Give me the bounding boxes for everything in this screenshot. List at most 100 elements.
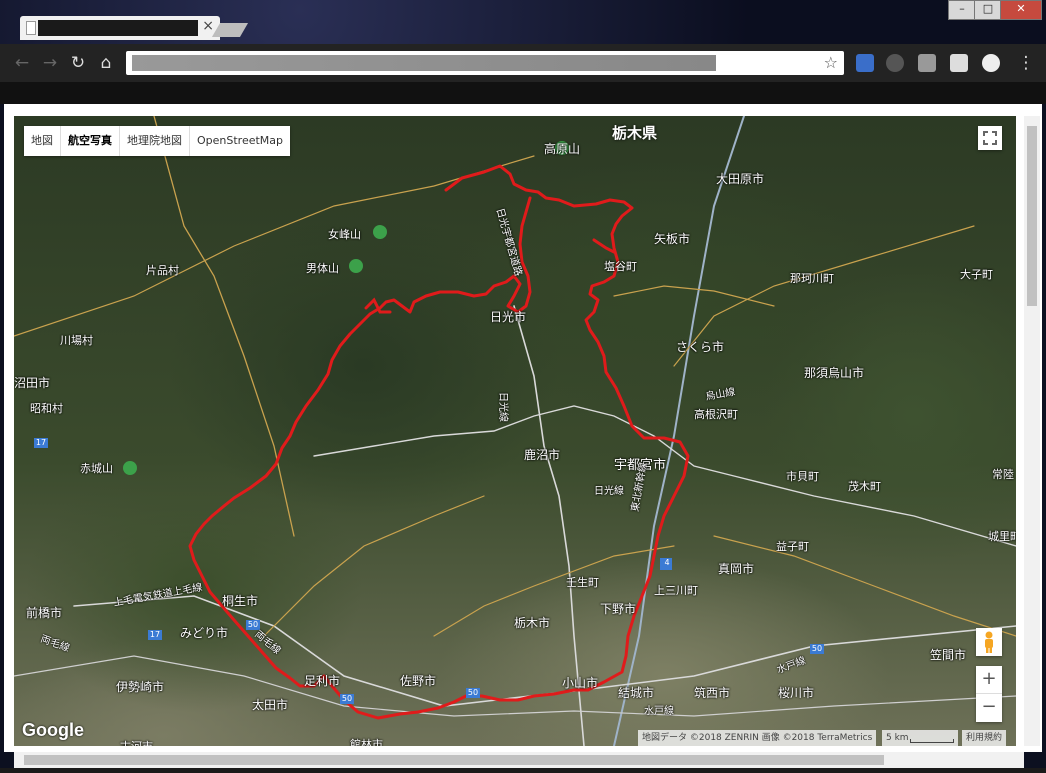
- place-label: 鹿沼市: [524, 448, 561, 462]
- place-label: 那須烏山市: [804, 366, 865, 380]
- street-view-pegman[interactable]: [976, 628, 1002, 656]
- browser-tab[interactable]: ×: [20, 16, 220, 40]
- tab-close-icon[interactable]: ×: [202, 18, 214, 34]
- terms-link[interactable]: 利用規約: [962, 730, 1007, 746]
- document-icon: [26, 21, 36, 35]
- road-label: 日光線: [594, 486, 624, 497]
- route-shield: 17: [149, 630, 161, 639]
- map-canvas[interactable]: 高原山大田原市女峰山 矢板市男体山 塩谷町 片品村那珂川町 大子町日光市川場村 さくら市沼…: [14, 116, 1016, 746]
- horizontal-scrollbar[interactable]: [14, 752, 1024, 768]
- fullscreen-icon: [983, 131, 997, 145]
- place-label: 矢板市: [654, 232, 691, 246]
- place-label: 古河市: [120, 738, 153, 746]
- place-label: 上三川町: [654, 584, 698, 597]
- place-label: 笠間市: [930, 648, 967, 662]
- place-label: 栃木市: [514, 616, 551, 630]
- zoom-control: + −: [976, 666, 1002, 722]
- place-label: 片品村: [146, 264, 179, 277]
- reload-icon[interactable]: ↻: [68, 53, 88, 73]
- place-label: 市貝町: [786, 470, 819, 483]
- place-label: 昭和村: [30, 402, 63, 415]
- place-label: 下野市: [600, 602, 637, 616]
- pegman-icon: [985, 631, 993, 653]
- extension-e-icon[interactable]: [856, 54, 874, 72]
- map-overlay: [14, 116, 1016, 746]
- place-label: 益子町: [776, 540, 809, 553]
- route-shield: 17: [35, 438, 47, 447]
- place-label: 常陸: [992, 468, 1014, 481]
- route-shield: 50: [811, 644, 823, 653]
- place-label: 足利市: [304, 674, 341, 688]
- vertical-scrollbar[interactable]: [1024, 116, 1040, 746]
- place-label: 沼田市: [14, 376, 51, 390]
- url-redacted: [132, 55, 716, 71]
- close-window-button[interactable]: ✕: [1000, 0, 1042, 20]
- map-type-osm[interactable]: OpenStreetMap: [190, 126, 290, 156]
- window-frame-bottom: [0, 768, 1046, 773]
- back-icon[interactable]: ←: [12, 53, 32, 73]
- place-label: 結城市: [618, 686, 655, 700]
- place-label: 那珂川町: [790, 272, 834, 285]
- forward-icon[interactable]: →: [40, 53, 60, 73]
- place-label: 塩谷町: [604, 260, 637, 273]
- map-type-gsi[interactable]: 地理院地図: [120, 126, 190, 156]
- place-label: さくら市: [676, 340, 725, 354]
- scale-bar-line: [910, 739, 954, 743]
- place-label: みどり市: [180, 626, 229, 640]
- place-label: 筑西市: [694, 686, 731, 700]
- browser-toolbar: ← → ↻ ⌂ ☆ ⋮: [0, 44, 1046, 82]
- road-label: 水戸線: [644, 706, 674, 717]
- region-label: 栃木県: [612, 124, 658, 142]
- google-logo: Google: [22, 720, 84, 740]
- extension-note-icon[interactable]: [950, 54, 968, 72]
- map-type-selector: 地図 航空写真 地理院地図 OpenStreetMap: [24, 126, 291, 156]
- place-label: 赤城山: [80, 462, 113, 475]
- place-label: 高根沢町: [694, 408, 738, 421]
- address-bar[interactable]: ☆: [126, 51, 844, 75]
- route-shield: 50: [467, 688, 479, 697]
- place-label: 桐生市: [222, 594, 259, 608]
- place-label: 日光市: [490, 310, 527, 324]
- browser-titlebar: × – □ ✕: [0, 0, 1046, 44]
- route-shield: 50: [341, 694, 353, 703]
- vertical-scroll-thumb[interactable]: [1027, 126, 1037, 306]
- place-label: 大田原市: [716, 172, 765, 186]
- place-label: 小山市: [562, 676, 599, 690]
- zoom-out-button[interactable]: −: [976, 694, 1002, 721]
- new-tab-button[interactable]: [211, 23, 249, 37]
- place-label: 太田市: [252, 698, 289, 712]
- place-label: 壬生町: [566, 576, 599, 589]
- place-label: 城里町: [988, 530, 1016, 543]
- extension-grey-icon[interactable]: [918, 54, 936, 72]
- home-icon[interactable]: ⌂: [96, 53, 116, 73]
- tab-title-redacted: [38, 20, 198, 36]
- place-label: 佐野市: [400, 674, 437, 688]
- menu-icon[interactable]: ⋮: [1016, 53, 1036, 73]
- scale-label: 5 km: [886, 733, 909, 743]
- place-label: 高原山: [544, 142, 581, 156]
- place-label: 真岡市: [718, 562, 755, 576]
- extension-gauge-icon[interactable]: [982, 54, 1000, 72]
- place-label: 大子町: [960, 268, 993, 281]
- horizontal-scroll-thumb[interactable]: [24, 755, 884, 765]
- minimize-button[interactable]: –: [948, 0, 976, 20]
- fullscreen-button[interactable]: [978, 126, 1002, 150]
- maximize-button[interactable]: □: [974, 0, 1002, 20]
- place-label: 川場村: [60, 334, 93, 347]
- place-label: 伊勢崎市: [116, 680, 165, 694]
- bookmark-star-icon[interactable]: ☆: [824, 53, 838, 72]
- route-shield: 4: [664, 558, 670, 567]
- map-type-roadmap[interactable]: 地図: [24, 126, 61, 156]
- place-label: 茂木町: [848, 480, 881, 493]
- place-label: 女峰山: [328, 228, 361, 241]
- place-label: 男体山: [306, 262, 339, 275]
- place-label: 桜川市: [778, 686, 815, 700]
- scale-bar: 5 km: [882, 730, 958, 746]
- extension-circle-icon[interactable]: [886, 54, 904, 72]
- zoom-in-button[interactable]: +: [976, 666, 1002, 694]
- place-label: 前橋市: [26, 606, 63, 620]
- map-type-satellite[interactable]: 航空写真: [61, 126, 120, 156]
- map-attribution: 地図データ ©2018 ZENRIN 画像 ©2018 TerraMetrics: [638, 730, 877, 746]
- bookmarks-bar: [0, 82, 1046, 104]
- road-label: 日光線: [497, 392, 508, 422]
